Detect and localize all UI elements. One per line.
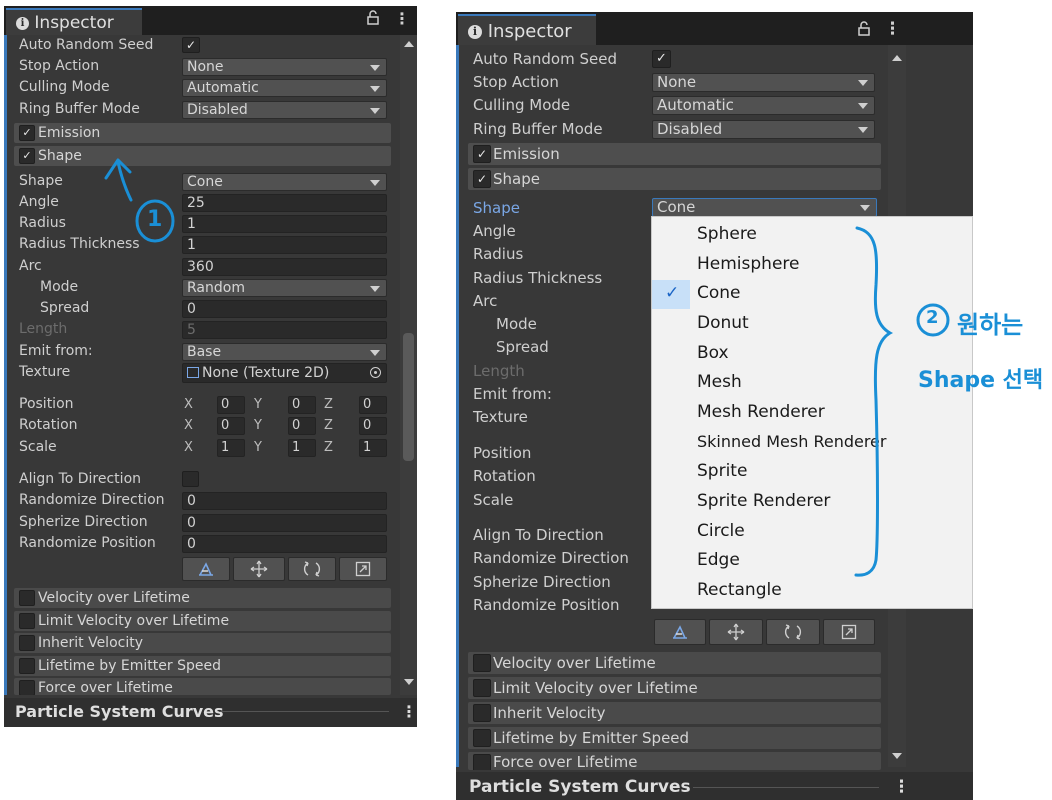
annotation-arrowhead-icon: [104, 158, 132, 180]
annotation-overlay: [104, 158, 950, 577]
annotation-step-2-text-line1: 원하는: [957, 311, 1024, 339]
annotation-step-2-text-line2: Shape 선택: [918, 368, 1044, 393]
annotation-brace-icon: [854, 226, 894, 577]
annotation-step-1: 1: [147, 207, 163, 232]
annotation-step-2: 2: [926, 307, 939, 328]
